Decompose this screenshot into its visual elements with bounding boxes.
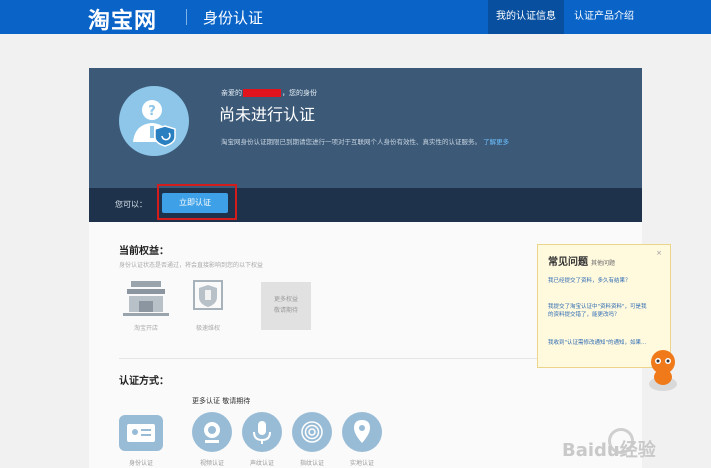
mascot-icon <box>643 346 683 392</box>
benefit-label: 极速维权 <box>195 325 220 332</box>
benefit-open-shop[interactable]: 淘宝开店 <box>119 279 173 332</box>
benefits-subtitle: 身份认证状态是否通过，将会直接影响到您的以下权益 <box>119 262 264 269</box>
status-title: 尚未进行认证 <box>219 105 316 124</box>
method-label: 指纹认证 <box>299 460 324 467</box>
id-card-icon[interactable] <box>119 415 163 451</box>
verification-status-card: ? 亲爱的 ，您的身份 尚未进行认证 淘宝网身份认证期限已到期请您进行一项对于互联… <box>89 68 642 188</box>
mic-icon[interactable] <box>242 412 282 452</box>
taobao-logo[interactable]: 淘宝网 <box>88 3 157 35</box>
benefit-fast-rights[interactable]: 极速维权 <box>181 279 235 332</box>
tab-verification-products[interactable]: 认证产品介绍 <box>566 0 642 34</box>
watermark: Baidu经验 <box>562 426 708 466</box>
redacted-username <box>243 89 281 97</box>
shop-icon <box>119 279 173 319</box>
svg-text:?: ? <box>148 104 156 119</box>
action-bar: 您可以： 立即认证 <box>89 184 642 222</box>
method-label: 声纹认证 <box>249 460 274 467</box>
faq-item[interactable]: 我提交了淘宝认证中"资料资料"，可是我的资料提交错了，能更改吗？ <box>548 303 652 319</box>
user-shield-icon: ? <box>119 86 189 156</box>
faq-item[interactable]: 我已经提交了资料，多久有结果？ <box>548 277 652 285</box>
greeting-text: 亲爱的 ，您的身份 <box>221 89 317 97</box>
status-description: 淘宝网身份认证期限已到期请您进行一项对于互联网个人身份有效性、真实性的认证服务。… <box>221 138 510 146</box>
action-label: 您可以： <box>115 200 147 209</box>
close-icon[interactable]: × <box>656 249 662 257</box>
benefits-title: 当前权益： <box>119 246 169 257</box>
logo-divider <box>186 9 187 25</box>
faq-title: 常见问题 其他问题 <box>548 257 616 268</box>
tab-my-verification-info[interactable]: 我的认证信息 <box>488 0 564 34</box>
faq-other-link[interactable]: 其他问题 <box>591 260 615 267</box>
fingerprint-icon[interactable] <box>292 412 332 452</box>
highlight-box <box>157 184 237 220</box>
learn-more-link[interactable]: 了解更多 <box>483 138 509 146</box>
method-label: 实地认证 <box>349 460 374 467</box>
benefit-label: 淘宝开店 <box>133 325 158 332</box>
more-methods-note: 更多认证 敬请期待 <box>192 397 251 405</box>
location-pin-icon[interactable] <box>342 412 382 452</box>
more-benefits-placeholder: 更多权益 敬请期待 <box>261 282 311 330</box>
faq-item[interactable]: 我收到"认证需修改通知"的通知，如果… <box>548 339 652 347</box>
method-label: 身份认证 <box>128 460 153 467</box>
methods-title: 认证方式： <box>119 376 169 387</box>
wrench-shield-icon <box>181 279 235 319</box>
method-label: 视频认证 <box>199 460 224 467</box>
camera-icon[interactable] <box>192 412 232 452</box>
top-navigation-bar: 淘宝网 身份认证 我的认证信息 认证产品介绍 <box>0 0 711 34</box>
page-title: 身份认证 <box>203 9 264 27</box>
